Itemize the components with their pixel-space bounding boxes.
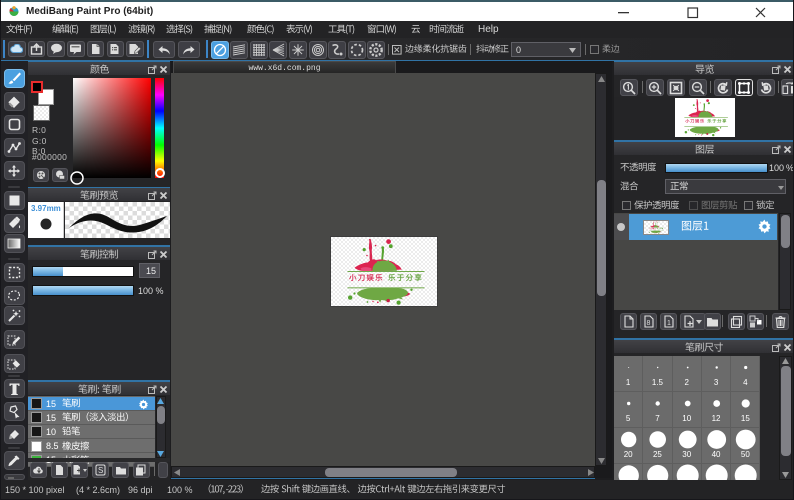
svg-text:S: S <box>98 466 103 475</box>
svg-text:1: 1 <box>667 320 671 327</box>
svg-text:8: 8 <box>646 320 650 327</box>
